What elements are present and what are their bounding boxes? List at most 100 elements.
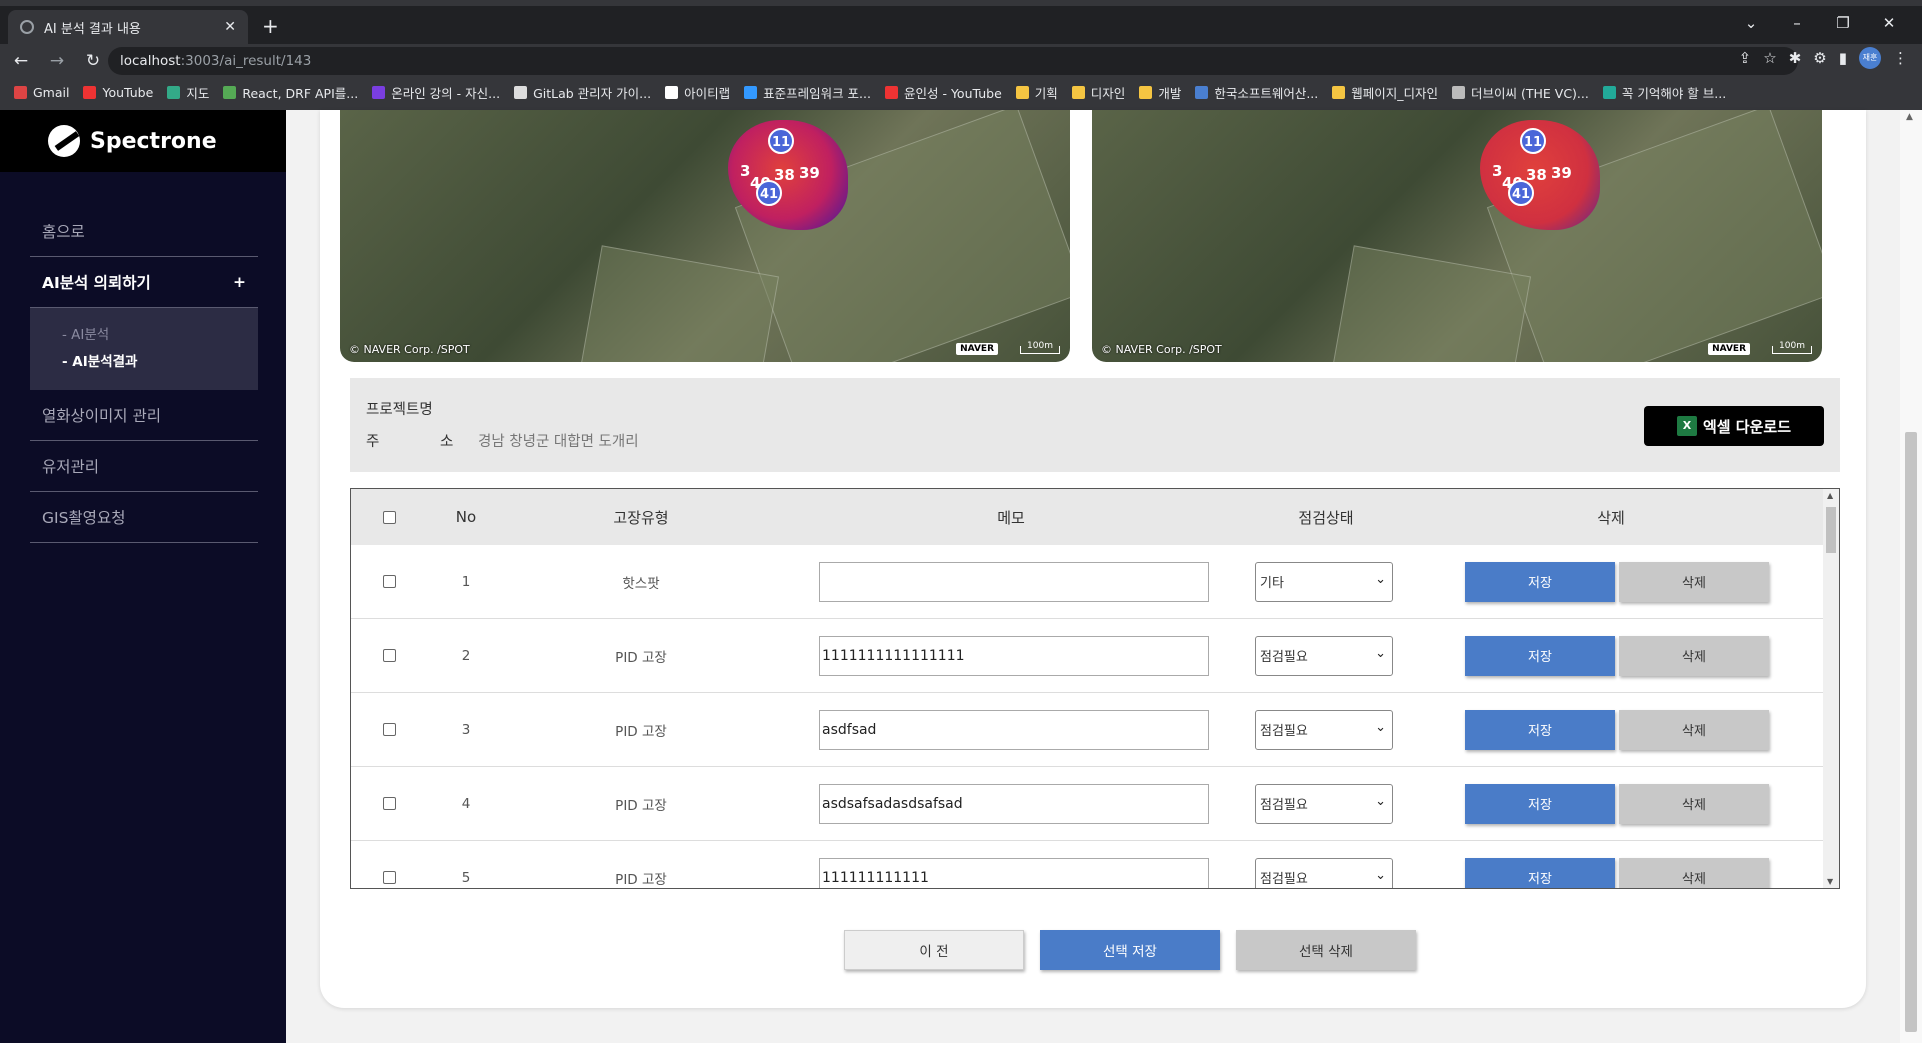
plus-icon[interactable]: + <box>233 273 246 291</box>
more-menu-icon[interactable]: ⋮ <box>1893 49 1908 67</box>
back-icon[interactable]: ← <box>6 51 36 71</box>
select-delete-button[interactable]: 선택 삭제 <box>1236 930 1416 970</box>
row-delete-button[interactable]: 삭제 <box>1619 857 1769 888</box>
row-save-button[interactable]: 저장 <box>1465 857 1615 888</box>
bookmark-item[interactable]: 꼭 기억해야 할 브... <box>1602 83 1726 102</box>
prev-button[interactable]: 이 전 <box>844 930 1024 970</box>
browser-tab[interactable]: AI 분석 결과 내용 ✕ <box>8 10 248 44</box>
map-scale: 100m <box>1772 342 1812 354</box>
status-select[interactable]: 기타 ⌄ <box>1255 561 1393 602</box>
star-icon[interactable]: ☆ <box>1763 49 1776 67</box>
bookmark-item[interactable]: 기획 <box>1015 83 1058 102</box>
sidebar-item-thermal-images[interactable]: 열화상이미지 관리 <box>30 390 258 441</box>
scroll-thumb[interactable] <box>1826 507 1836 553</box>
new-tab-button[interactable]: + <box>262 14 279 38</box>
submenu-item-ai-result[interactable]: - AI분석결과 <box>62 349 258 376</box>
row-delete-button[interactable]: 삭제 <box>1619 783 1769 824</box>
map-right[interactable]: 11 3 40 38 39 41 © NAVER Corp. /SPOT NAV… <box>1092 110 1822 362</box>
logo[interactable]: Spectrone <box>0 110 286 172</box>
memo-input[interactable]: 1111111111111111 <box>819 635 1209 676</box>
bookmark-item[interactable]: 웹페이지_디자인 <box>1332 83 1438 102</box>
bookmark-item[interactable]: 더브이씨 (THE VC)... <box>1452 83 1589 102</box>
naver-logo: NAVER <box>1708 343 1750 355</box>
select-save-button[interactable]: 선택 저장 <box>1040 930 1220 970</box>
scroll-up-icon[interactable]: ▲ <box>1827 491 1833 500</box>
row-delete-button[interactable]: 삭제 <box>1619 635 1769 676</box>
bookmark-item[interactable]: 한국소프트웨어산... <box>1195 83 1318 102</box>
address-bar[interactable]: i localhost:3003/ai_result/143 <box>108 47 1798 329</box>
page-scroll-thumb[interactable] <box>1905 432 1917 1032</box>
spectrone-logo-icon <box>48 125 80 157</box>
bookmark-item[interactable]: 개발 <box>1139 83 1181 102</box>
bookmark-icon <box>665 85 679 99</box>
tab-strip: AI 분석 결과 내용 ✕ + ⌄ – ❐ ✕ <box>0 6 1922 44</box>
sidebar-item-users[interactable]: 유저관리 <box>30 441 258 492</box>
sidebar-item-gis-request[interactable]: GIS촬영요청 <box>30 492 258 543</box>
puzzle-icon[interactable]: ⚙ <box>1813 49 1826 67</box>
submenu-item-ai-analysis[interactable]: - AI분석 <box>62 322 258 349</box>
scroll-down-icon[interactable]: ▼ <box>1827 877 1833 886</box>
row-checkbox[interactable] <box>383 797 396 810</box>
row-save-button[interactable]: 저장 <box>1465 783 1615 824</box>
excel-download-label: 엑셀 다운로드 <box>1702 417 1792 436</box>
page-scrollbar[interactable]: ▲ <box>1900 110 1922 1043</box>
share-icon[interactable]: ⇪ <box>1739 49 1752 67</box>
globe-icon <box>20 20 34 34</box>
map-label: 39 <box>1551 164 1572 182</box>
row-checkbox[interactable] <box>383 871 396 884</box>
status-select[interactable]: 점검필요 ⌄ <box>1255 857 1393 888</box>
page-scroll-up-icon[interactable]: ▲ <box>1906 112 1913 122</box>
memo-input[interactable]: 111111111111 <box>819 857 1209 888</box>
map-label: 3 <box>740 162 751 180</box>
forward-icon[interactable]: → <box>42 51 72 71</box>
restore-button[interactable]: ❐ <box>1820 14 1866 32</box>
row-save-button[interactable]: 저장 <box>1465 561 1615 602</box>
status-select[interactable]: 점검필요 ⌄ <box>1255 635 1393 676</box>
sidebar-item-ai-request[interactable]: AI분석 의뢰하기 + <box>30 257 258 308</box>
bookmark-icon <box>372 85 386 99</box>
map-marker[interactable]: 11 <box>1520 128 1546 154</box>
memo-input[interactable]: asdfsad <box>819 709 1209 750</box>
chevron-down-icon: ⌄ <box>1375 867 1386 883</box>
bookmark-item[interactable]: Gmail <box>14 85 69 100</box>
map-marker[interactable]: 41 <box>1508 180 1534 206</box>
row-checkbox[interactable] <box>383 575 396 588</box>
status-select[interactable]: 점검필요 ⌄ <box>1255 709 1393 750</box>
logo-text: Spectrone <box>90 128 217 154</box>
row-delete-button[interactable]: 삭제 <box>1619 561 1769 602</box>
map-marker[interactable]: 41 <box>756 180 782 206</box>
bookmark-item[interactable]: 아이티랩 <box>665 83 730 102</box>
bookmark-item[interactable]: 표준프레임워크 포... <box>744 83 871 102</box>
sidebar-item-home[interactable]: 홈으로 <box>30 206 258 257</box>
bookmark-item[interactable]: React, DRF API를... <box>223 83 358 102</box>
bookmark-item[interactable]: 온라인 강의 - 자신... <box>372 83 500 102</box>
close-tab-icon[interactable]: ✕ <box>224 19 236 35</box>
memo-input[interactable] <box>819 561 1209 602</box>
bookmark-item[interactable]: 윤인성 - YouTube <box>884 83 1002 102</box>
extension-icon[interactable]: ✱ <box>1789 49 1802 67</box>
row-delete-button[interactable]: 삭제 <box>1619 709 1769 750</box>
close-window-button[interactable]: ✕ <box>1866 14 1912 32</box>
row-save-button[interactable]: 저장 <box>1465 635 1615 676</box>
map-left[interactable]: 11 3 40 38 39 41 © NAVER Corp. /SPOT NAV… <box>340 110 1070 362</box>
memo-input[interactable]: asdsafsadasdsafsad <box>819 783 1209 824</box>
row-save-button[interactable]: 저장 <box>1465 709 1615 750</box>
minimize-button[interactable]: – <box>1774 14 1820 32</box>
row-no: 4 <box>461 795 471 812</box>
profile-avatar[interactable]: 재훈 <box>1859 47 1881 69</box>
bookmark-item[interactable]: GitLab 관리자 가이... <box>514 83 651 102</box>
bookmark-item[interactable]: YouTube <box>83 85 153 100</box>
status-select[interactable]: 점검필요 ⌄ <box>1255 783 1393 824</box>
map-marker[interactable]: 11 <box>768 128 794 154</box>
reload-icon[interactable]: ↻ <box>78 51 108 71</box>
excel-download-button[interactable]: X 엑셀 다운로드 <box>1644 406 1824 446</box>
side-panel-icon[interactable]: ▮ <box>1839 49 1847 67</box>
select-all-checkbox[interactable] <box>383 510 396 524</box>
bookmark-item[interactable]: 지도 <box>167 83 209 102</box>
bookmark-item[interactable]: 디자인 <box>1071 83 1125 102</box>
table-scrollbar[interactable]: ▲ ▼ <box>1823 489 1839 888</box>
tab-search-icon[interactable]: ⌄ <box>1728 14 1774 32</box>
row-checkbox[interactable] <box>383 649 396 662</box>
row-checkbox[interactable] <box>383 723 396 736</box>
bookmark-label: 웹페이지_디자인 <box>1351 85 1439 101</box>
